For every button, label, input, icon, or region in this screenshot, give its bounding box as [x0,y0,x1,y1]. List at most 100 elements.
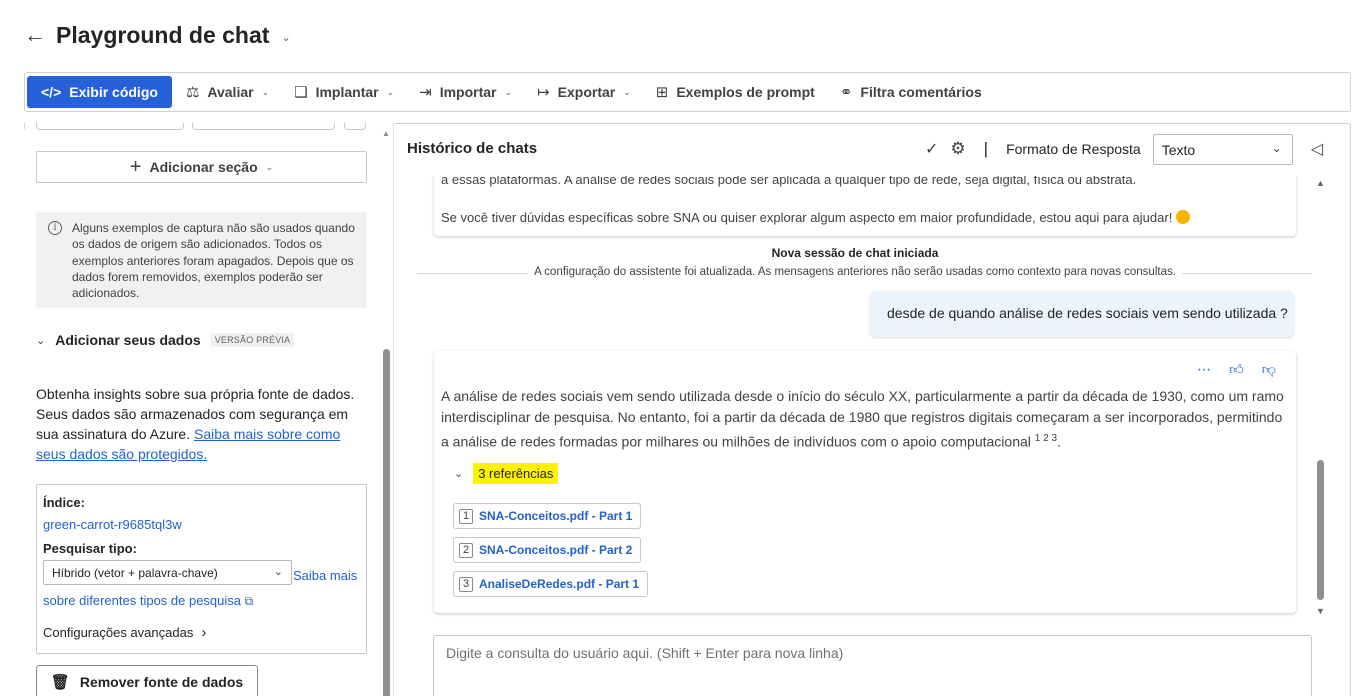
more-options-icon[interactable]: ⋯ [1197,361,1211,378]
deploy-label: Implantar [315,84,379,100]
reference-number: 1 [459,508,473,524]
filter-comments-button[interactable]: ⚭ Filtra comentários [826,76,993,108]
references-toggle[interactable]: ⌄ 3 referências [454,463,559,484]
thumbs-down-icon[interactable]: 👎︎ [1262,361,1276,378]
info-message: i Alguns exemplos de captura não são usa… [36,212,367,308]
clipped-dropdown[interactable] [36,123,184,130]
input-placeholder: Digite a consulta do usuário aqui. (Shif… [446,645,844,661]
scrollbar-thumb[interactable] [1317,460,1324,600]
response-format-value: Texto [1161,141,1196,158]
reference-number: 2 [459,542,473,558]
user-message: desde de quando análise de redes sociais… [870,291,1294,337]
title-row: ← Playground de chat ⌄ [24,18,291,52]
search-type-label: Pesquisar tipo: [43,541,137,556]
chat-tools: ✓ ⚙ | Formato de Resposta Texto ⌄ ◁ [925,133,1323,165]
search-type-dropdown[interactable]: Híbrido (vetor + palavra-chave) ⌄ [43,560,292,585]
chevron-down-icon: ⌄ [36,334,46,347]
left-scrollbar[interactable]: ▲ [382,129,390,696]
page-title: Playground de chat [56,21,270,48]
trash-icon: 🗑 [50,674,70,691]
broom-icon[interactable]: ✓ [925,139,938,159]
chat-panel: Histórico de chats ✓ ⚙ | Formato de Resp… [395,123,1351,696]
scroll-down-icon[interactable]: ▼ [1316,606,1325,616]
advanced-settings-button[interactable]: Configurações avançadas › [43,624,206,641]
chevron-down-icon: ⌄ [623,86,631,97]
scale-icon: ⚖ [185,84,200,101]
reference-chip[interactable]: 3 AnaliseDeRedes.pdf - Part 1 [453,571,649,597]
export-button[interactable]: ↦ Exportar ⌄ [523,76,642,108]
assistant-message: ⋯ 👍︎ 👎︎ A análise de redes sociais vem s… [434,351,1296,613]
evaluate-label: Avaliar [207,84,254,100]
reference-label: SNA-Conceitos.pdf - Part 2 [479,543,633,557]
chevron-down-icon: ⌄ [386,86,395,97]
scroll-up-icon[interactable]: ▲ [1316,178,1325,188]
scrollbar-thumb[interactable] [383,349,390,696]
add-section-label: Adicionar seção [149,159,258,175]
message-actions: ⋯ 👍︎ 👎︎ [1197,361,1276,378]
index-settings: Índice: green-carrot-r9685tql3w Pesquisa… [36,484,367,654]
evaluate-button[interactable]: ⚖ Avaliar ⌄ [172,76,280,108]
assistant-answer: A análise de redes sociais vem sendo uti… [441,388,1284,450]
response-format-label: Formato de Resposta [1006,141,1141,157]
smile-emoji-icon [1175,210,1190,224]
new-session-title: Nova sessão de chat iniciada [771,246,939,260]
filter-comments-label: Filtra comentários [860,84,982,100]
arrow-left-icon[interactable]: ← [24,24,46,46]
chevron-down-icon: ⌄ [504,86,513,97]
scroll-up-icon[interactable]: ▲ [382,129,390,138]
reference-label: SNA-Conceitos.pdf - Part 1 [479,509,633,523]
user-query-input[interactable]: Digite a consulta do usuário aqui. (Shif… [433,635,1312,696]
add-section-button[interactable]: + Adicionar seção ⌄ [36,151,367,183]
chevron-down-icon: ⌄ [273,566,283,578]
chevron-right-icon: › [201,624,207,641]
external-link-icon: ⧉ [244,594,254,608]
citation-markers[interactable]: 1 2 3 [1035,433,1057,444]
index-label: Índice: [43,495,85,510]
view-code-button[interactable]: </> Exibir código [27,76,172,108]
chat-scrollbar[interactable]: ▲ ▼ [1315,176,1325,622]
clipped-button[interactable] [344,123,366,130]
gear-icon[interactable]: ⚙ [950,139,965,159]
previous-message-line-2: Se você tiver dúvidas específicas sobre … [441,208,1286,228]
chevron-down-icon: ⌄ [454,468,464,480]
deploy-button[interactable]: ❏ Implantar ⌄ [280,76,405,108]
session-notice-text: A configuração do assistente foi atualiz… [528,266,1182,278]
view-code-label: Exibir código [69,84,158,100]
previous-message-text: Se você tiver dúvidas específicas sobre … [441,210,1173,225]
index-value[interactable]: green-carrot-r9685tql3w [43,517,182,532]
response-format-dropdown[interactable]: Texto ⌄ [1152,133,1293,165]
reference-label: AnaliseDeRedes.pdf - Part 1 [479,577,640,591]
reference-chip[interactable]: 2 SNA-Conceitos.pdf - Part 2 [453,537,642,563]
previous-assistant-message: a essas plataformas. A análise de redes … [434,176,1296,236]
remove-data-source-label: Remover fonte de dados [79,674,244,690]
people-icon: ⚭ [839,84,853,101]
reference-chip[interactable]: 1 SNA-Conceitos.pdf - Part 1 [453,503,642,529]
info-icon: i [48,221,62,235]
references-toggle-label: 3 referências [473,463,559,484]
previous-message-line: a essas plataformas. A análise de redes … [441,176,1137,187]
thumbs-up-icon[interactable]: 👍︎ [1229,361,1244,378]
code-icon: </> [41,84,62,100]
reference-number: 3 [459,576,473,592]
grid-icon: ⊞ [655,84,669,101]
chevron-down-icon: ⌄ [265,161,274,172]
add-data-title: Adicionar seus dados [55,332,201,348]
add-data-header[interactable]: ⌄ Adicionar seus dados VERSÃO PRÉVIA [36,332,295,348]
clipped-dropdown[interactable] [192,123,335,130]
prompt-samples-button[interactable]: ⊞ Exemplos de prompt [642,76,826,108]
toolbar: </> Exibir código ⚖ Avaliar ⌄ ❏ Implanta… [24,72,1351,112]
remove-data-source-button[interactable]: 🗑 Remover fonte de dados [36,665,258,696]
chevron-down-icon[interactable]: ⌄ [281,31,290,44]
setup-panel: + Adicionar seção ⌄ i Alguns exemplos de… [24,123,394,696]
add-data-description: Obtenha insights sobre sua própria fonte… [36,384,356,464]
import-button[interactable]: ⇥ Importar ⌄ [405,76,523,108]
speaker-icon[interactable]: ◁ [1311,139,1323,159]
answer-text: A análise de redes sociais vem sendo uti… [441,388,1284,450]
prompt-samples-label: Exemplos de prompt [676,84,815,100]
advanced-settings-label: Configurações avançadas [43,625,194,640]
export-label: Exportar [557,84,616,100]
chat-history: a essas plataformas. A análise de redes … [395,176,1315,622]
chevron-down-icon: ⌄ [261,86,270,97]
info-text: Alguns exemplos de captura não são usado… [72,221,355,301]
chat-history-title: Histórico de chats [407,140,538,157]
